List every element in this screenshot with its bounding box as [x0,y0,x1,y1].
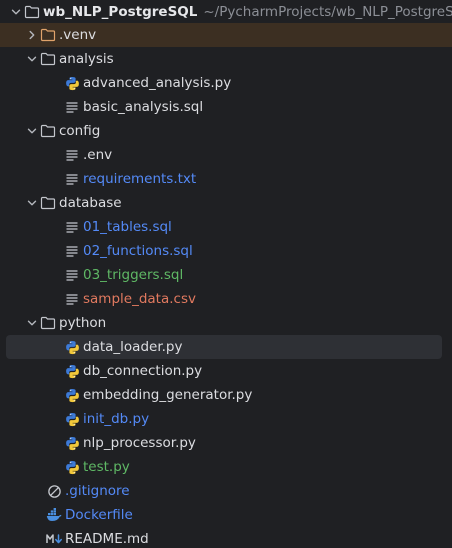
text-file-icon [64,243,80,259]
tree-item-label: test.py [83,459,130,475]
tree-item-label: 03_triggers.sql [83,267,184,283]
tree-item-label: .gitignore [65,483,130,499]
python-file-icon [64,363,80,379]
text-file-icon [64,291,80,307]
markdown-icon [46,531,64,547]
tree-item-label: db_connection.py [83,363,203,379]
tree-item-file[interactable]: Dockerfile [0,503,452,527]
tree-item-analysis[interactable]: analysis [0,47,452,71]
text-file-icon [64,147,80,163]
tree-item-file[interactable]: sample_data.csv [0,287,452,311]
tree-item-file[interactable]: .gitignore [0,479,452,503]
tree-item-label: advanced_analysis.py [83,75,232,91]
chevron-down-icon[interactable] [8,4,24,20]
project-name: wb_NLP_PostgreSQL [43,4,198,20]
tree-item-file[interactable]: 02_functions.sql [0,239,452,263]
tree-item-file[interactable]: advanced_analysis.py [0,71,452,95]
tree-item-file[interactable]: embedding_generator.py [0,383,452,407]
tree-item-database[interactable]: database [0,191,452,215]
python-file-icon [64,387,80,403]
tree-item-file-selected[interactable]: data_loader.py [6,335,442,359]
python-file-icon [64,435,80,451]
tree-item-label: README.md [65,531,149,547]
chevron-down-icon[interactable] [24,315,40,331]
tree-item-label: analysis [59,51,114,67]
tree-item-label: init_db.py [83,411,150,427]
tree-item-label: config [59,123,101,139]
chevron-down-icon[interactable] [24,51,40,67]
text-file-icon [64,267,80,283]
tree-item-file[interactable]: test.py [0,455,452,479]
python-file-icon [64,339,80,355]
python-file-icon [64,411,80,427]
folder-icon [40,51,56,67]
tree-item-label: requirements.txt [83,171,197,187]
tree-item-label: .venv [59,27,97,43]
tree-item-label: basic_analysis.sql [83,99,204,115]
folder-icon [40,27,56,43]
tree-item-label: 02_functions.sql [83,243,193,259]
tree-item-config[interactable]: config [0,119,452,143]
chevron-down-icon[interactable] [24,123,40,139]
tree-item-python[interactable]: python [0,311,452,335]
tree-item-file[interactable]: .env [0,143,452,167]
tree-item-label: .env [83,147,113,163]
tree-item-label: data_loader.py [83,339,183,355]
tree-item-label: embedding_generator.py [83,387,253,403]
tree-item-label: nlp_processor.py [83,435,196,451]
folder-icon [40,315,56,331]
docker-icon [46,507,62,523]
tree-item-file[interactable]: basic_analysis.sql [0,95,452,119]
tree-item-file[interactable]: requirements.txt [0,167,452,191]
python-file-icon [64,75,80,91]
tree-item-file[interactable]: init_db.py [0,407,452,431]
tree-item-file[interactable]: 03_triggers.sql [0,263,452,287]
text-file-icon [64,171,80,187]
tree-item-label: python [59,315,107,331]
tree-item-file[interactable]: db_connection.py [0,359,452,383]
tree-item-file[interactable]: 01_tables.sql [0,215,452,239]
tree-item-file[interactable]: README.md [0,527,452,548]
text-file-icon [64,219,80,235]
folder-icon [40,123,56,139]
chevron-down-icon[interactable] [24,195,40,211]
project-path: ~/PycharmProjects/wb_NLP_PostgreSQL [203,4,452,20]
chevron-right-icon[interactable] [24,27,40,43]
tree-item-label: Dockerfile [65,507,133,523]
folder-icon [40,195,56,211]
project-tree: wb_NLP_PostgreSQL ~/PycharmProjects/wb_N… [0,0,452,548]
tree-root[interactable]: wb_NLP_PostgreSQL ~/PycharmProjects/wb_N… [0,0,452,24]
tree-item-file[interactable]: nlp_processor.py [0,431,452,455]
folder-icon [24,4,40,20]
tree-item-label: database [59,195,122,211]
tree-item-label: 01_tables.sql [83,219,172,235]
tree-item-label: sample_data.csv [83,291,196,307]
text-file-icon [64,99,80,115]
python-file-icon [64,459,80,475]
tree-item-venv[interactable]: .venv [0,23,452,47]
gitignore-icon [46,483,62,499]
